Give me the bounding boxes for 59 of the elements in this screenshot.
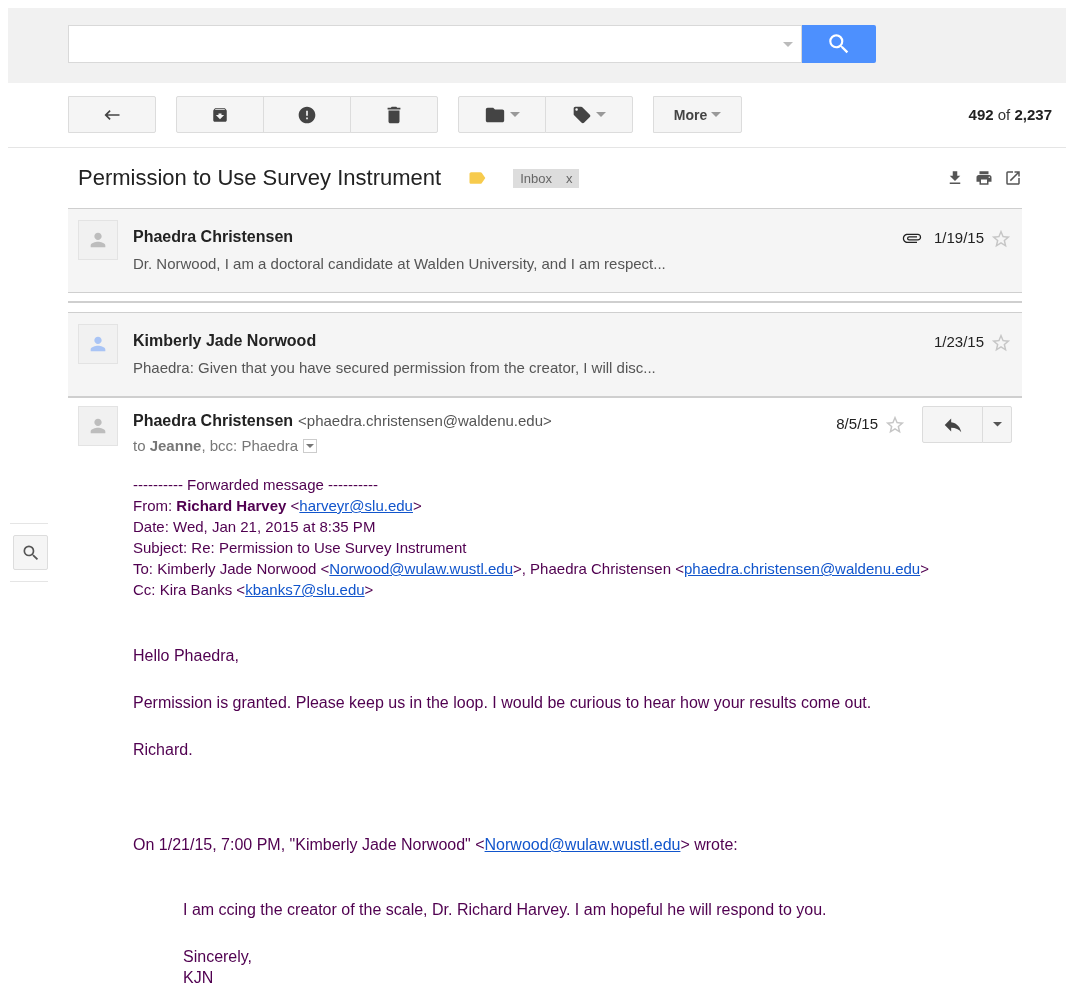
caret-icon <box>596 112 606 117</box>
sender-email: <phaedra.christensen@waldenu.edu> <box>298 412 552 429</box>
email-link[interactable]: harveyr@slu.edu <box>299 497 413 514</box>
sender-name: Kimberly Jade Norwood <box>133 331 318 351</box>
message-line: ---------- Forwarded message ---------- <box>133 475 379 495</box>
message-line: Cc: Kira Banks <kbanks7@slu.edu> <box>133 580 375 600</box>
sender-name: Phaedra Christensen <box>133 227 295 247</box>
collapsed-message[interactable]: Phaedra Christensen Dr. Norwood, I am a doctoral candidate at Walden University, and I am respect... 1/19/15 <box>68 208 1022 293</box>
caret-icon <box>306 443 315 448</box>
message-line: Richard. <box>133 740 194 760</box>
sender-name: Phaedra Christensen <box>133 411 294 431</box>
message-line: Hello Phaedra, <box>133 646 240 666</box>
collapsed-message[interactable]: Kimberly Jade Norwood Phaedra: Given that you have secured permission from the creator, I will disc... 1/23/15 <box>68 312 1022 397</box>
more-options-button[interactable] <box>982 406 1012 443</box>
search-field[interactable] <box>68 25 802 63</box>
tag-icon <box>572 104 592 125</box>
message-line: Sincerely, <box>183 947 254 967</box>
reply-button[interactable] <box>922 406 983 443</box>
message-line: From: Richard Harvey <harveyr@slu.edu> <box>133 496 423 516</box>
new-window-icon[interactable] <box>1004 169 1022 187</box>
archive-button[interactable] <box>176 96 264 133</box>
label-text: Inbox <box>520 170 552 186</box>
message-line: Subject: Re: Permission to Use Survey Instrument <box>133 538 468 558</box>
message-date: 1/19/15 <box>933 228 984 248</box>
delete-button[interactable] <box>350 96 438 133</box>
details-dropdown[interactable] <box>303 438 318 453</box>
star-icon[interactable] <box>990 332 1012 354</box>
email-link[interactable]: Norwood@wulaw.wustl.edu <box>329 560 513 577</box>
print-icon[interactable] <box>975 169 993 187</box>
message-line: To: Kimberly Jade Norwood <Norwood@wulaw.wustl.edu>, Phaedra Christensen <phaedra.christensen@waldenu.edu> <box>133 559 930 579</box>
message-line: KJN <box>183 968 215 988</box>
message-count: 492 of 2,237 <box>968 106 1052 123</box>
recipients-text: to Jeanne, bcc: Phaedra <box>133 437 299 454</box>
caret-icon <box>711 112 722 117</box>
subject-title: Permission to Use Survey Instrument <box>78 165 442 191</box>
message-snippet: Phaedra: Given that you have secured permission from the creator, I will disc... <box>133 358 657 378</box>
message-date: 1/23/15 <box>933 332 984 352</box>
search-button[interactable] <box>802 25 876 63</box>
labels-button[interactable] <box>545 96 633 133</box>
search-button[interactable] <box>13 535 48 570</box>
caret-icon <box>992 422 1002 427</box>
more-button[interactable]: More <box>653 96 742 133</box>
email-link[interactable]: kbanks7@slu.edu <box>245 581 365 598</box>
message-line: Date: Wed, Jan 21, 2015 at 8:35 PM <box>133 517 377 537</box>
archive-icon <box>211 105 229 124</box>
report-spam-button[interactable] <box>263 96 351 133</box>
message-snippet: Dr. Norwood, I am a doctoral candidate at Walden University, and I am respect... <box>133 254 667 274</box>
remove-label-button[interactable]: x <box>565 170 573 186</box>
message-line: Permission is granted. Please keep us in the loop. I would be curious to hear how your results come out. <box>133 693 873 713</box>
message-date: 8/5/15 <box>836 414 878 434</box>
message-line: I am ccing the creator of the scale, Dr. Richard Harvey. I am hopeful he will respond to you. <box>183 900 828 920</box>
message-line: On 1/21/15, 7:00 PM, "Kimberly Jade Norwood" <Norwood@wulaw.wustl.edu> wrote: <box>133 835 739 855</box>
star-icon[interactable] <box>990 228 1012 250</box>
email-link[interactable]: phaedra.christensen@waldenu.edu <box>683 560 921 577</box>
star-icon[interactable] <box>884 414 906 436</box>
email-link[interactable]: Norwood@wulaw.wustl.edu <box>484 836 681 853</box>
caret-icon <box>510 112 520 117</box>
exclamation-icon <box>297 104 317 125</box>
move-to-button[interactable] <box>458 96 546 133</box>
